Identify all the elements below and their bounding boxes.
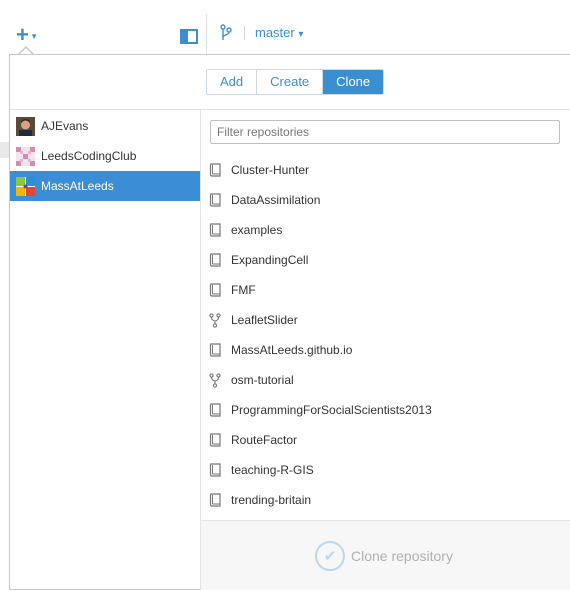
repo-icon <box>208 192 222 208</box>
background-panel-edge <box>0 142 9 158</box>
account-list: AJEvans LeedsCodingClub MassAtLeeds <box>10 111 200 201</box>
list-item[interactable]: MassAtLeeds.github.io <box>201 335 570 365</box>
repo-icon <box>208 492 222 508</box>
list-item[interactable]: Cluster-Hunter <box>201 155 570 185</box>
repo-name: Cluster-Hunter <box>231 163 310 177</box>
fork-icon <box>208 372 222 388</box>
avatar <box>16 176 35 196</box>
repo-name: ProgrammingForSocialScientists2013 <box>231 403 432 417</box>
toolbar: + ▾ master ▾ <box>0 0 570 54</box>
repo-icon <box>208 252 222 268</box>
repo-icon <box>208 282 222 298</box>
avatar <box>16 146 35 166</box>
add-repository-button[interactable]: + ▾ <box>16 24 36 46</box>
divider <box>10 109 570 110</box>
repo-icon <box>208 162 222 178</box>
branch-icon <box>220 24 232 40</box>
repo-icon <box>208 462 222 478</box>
repo-icon <box>208 222 222 238</box>
repo-name: DataAssimilation <box>231 193 321 207</box>
chevron-down-icon: ▾ <box>31 31 37 41</box>
list-item[interactable]: RouteFactor <box>201 425 570 455</box>
repo-name: LeafletSlider <box>231 313 298 327</box>
fork-icon <box>208 312 222 328</box>
list-item[interactable]: ExpandingCell <box>201 245 570 275</box>
account-label: LeedsCodingClub <box>41 149 137 163</box>
panel-toggle-icon[interactable] <box>180 29 198 44</box>
repo-name: osm-tutorial <box>231 373 294 387</box>
repo-name: RouteFactor <box>231 433 298 447</box>
tab-add[interactable]: Add <box>207 70 258 94</box>
clone-repository-button[interactable]: ✔ Clone repository <box>315 541 453 571</box>
chevron-down-icon: ▾ <box>298 29 304 40</box>
list-item[interactable]: teaching-R-GIS <box>201 455 570 485</box>
toolbar-divider <box>206 14 207 54</box>
list-item[interactable]: DataAssimilation <box>201 185 570 215</box>
repo-icon <box>208 402 222 418</box>
avatar <box>16 116 35 136</box>
branch-name: master <box>255 25 295 40</box>
check-circle-icon: ✔ <box>315 541 345 571</box>
repository-list: Cluster-Hunter DataAssimilation examples… <box>201 155 570 515</box>
add-repository-popover: Add Create Clone AJEvans LeedsCodingClub… <box>9 54 570 590</box>
clone-button-label: Clone repository <box>351 548 453 564</box>
repo-name: ExpandingCell <box>231 253 309 267</box>
account-label: AJEvans <box>41 119 89 133</box>
plus-icon: + <box>16 22 29 47</box>
list-item[interactable]: examples <box>201 215 570 245</box>
branch-separator <box>244 26 245 40</box>
repo-name: MassAtLeeds.github.io <box>231 343 353 357</box>
list-item[interactable]: ProgrammingForSocialScientists2013 <box>201 395 570 425</box>
repo-name: FMF <box>231 283 256 297</box>
list-item[interactable]: osm-tutorial <box>201 365 570 395</box>
repo-name: teaching-R-GIS <box>231 463 314 477</box>
repo-icon <box>208 432 222 448</box>
account-item-massatleeds[interactable]: MassAtLeeds <box>10 171 200 201</box>
list-item[interactable]: LeafletSlider <box>201 305 570 335</box>
repo-name: examples <box>231 223 283 237</box>
list-item[interactable]: FMF <box>201 275 570 305</box>
filter-repositories-input[interactable] <box>210 120 560 144</box>
repo-name: trending-britain <box>231 493 312 507</box>
tab-create[interactable]: Create <box>257 70 324 94</box>
tab-clone[interactable]: Clone <box>323 70 384 94</box>
branch-selector[interactable]: master ▾ <box>255 25 303 40</box>
account-item-leedscodingclub[interactable]: LeedsCodingClub <box>10 141 200 171</box>
account-label: MassAtLeeds <box>41 179 114 193</box>
account-item-ajevans[interactable]: AJEvans <box>10 111 200 141</box>
list-item[interactable]: trending-britain <box>201 485 570 515</box>
repo-icon <box>208 342 222 358</box>
clone-footer: ✔ Clone repository <box>201 521 570 590</box>
mode-tabs: Add Create Clone <box>206 69 385 95</box>
